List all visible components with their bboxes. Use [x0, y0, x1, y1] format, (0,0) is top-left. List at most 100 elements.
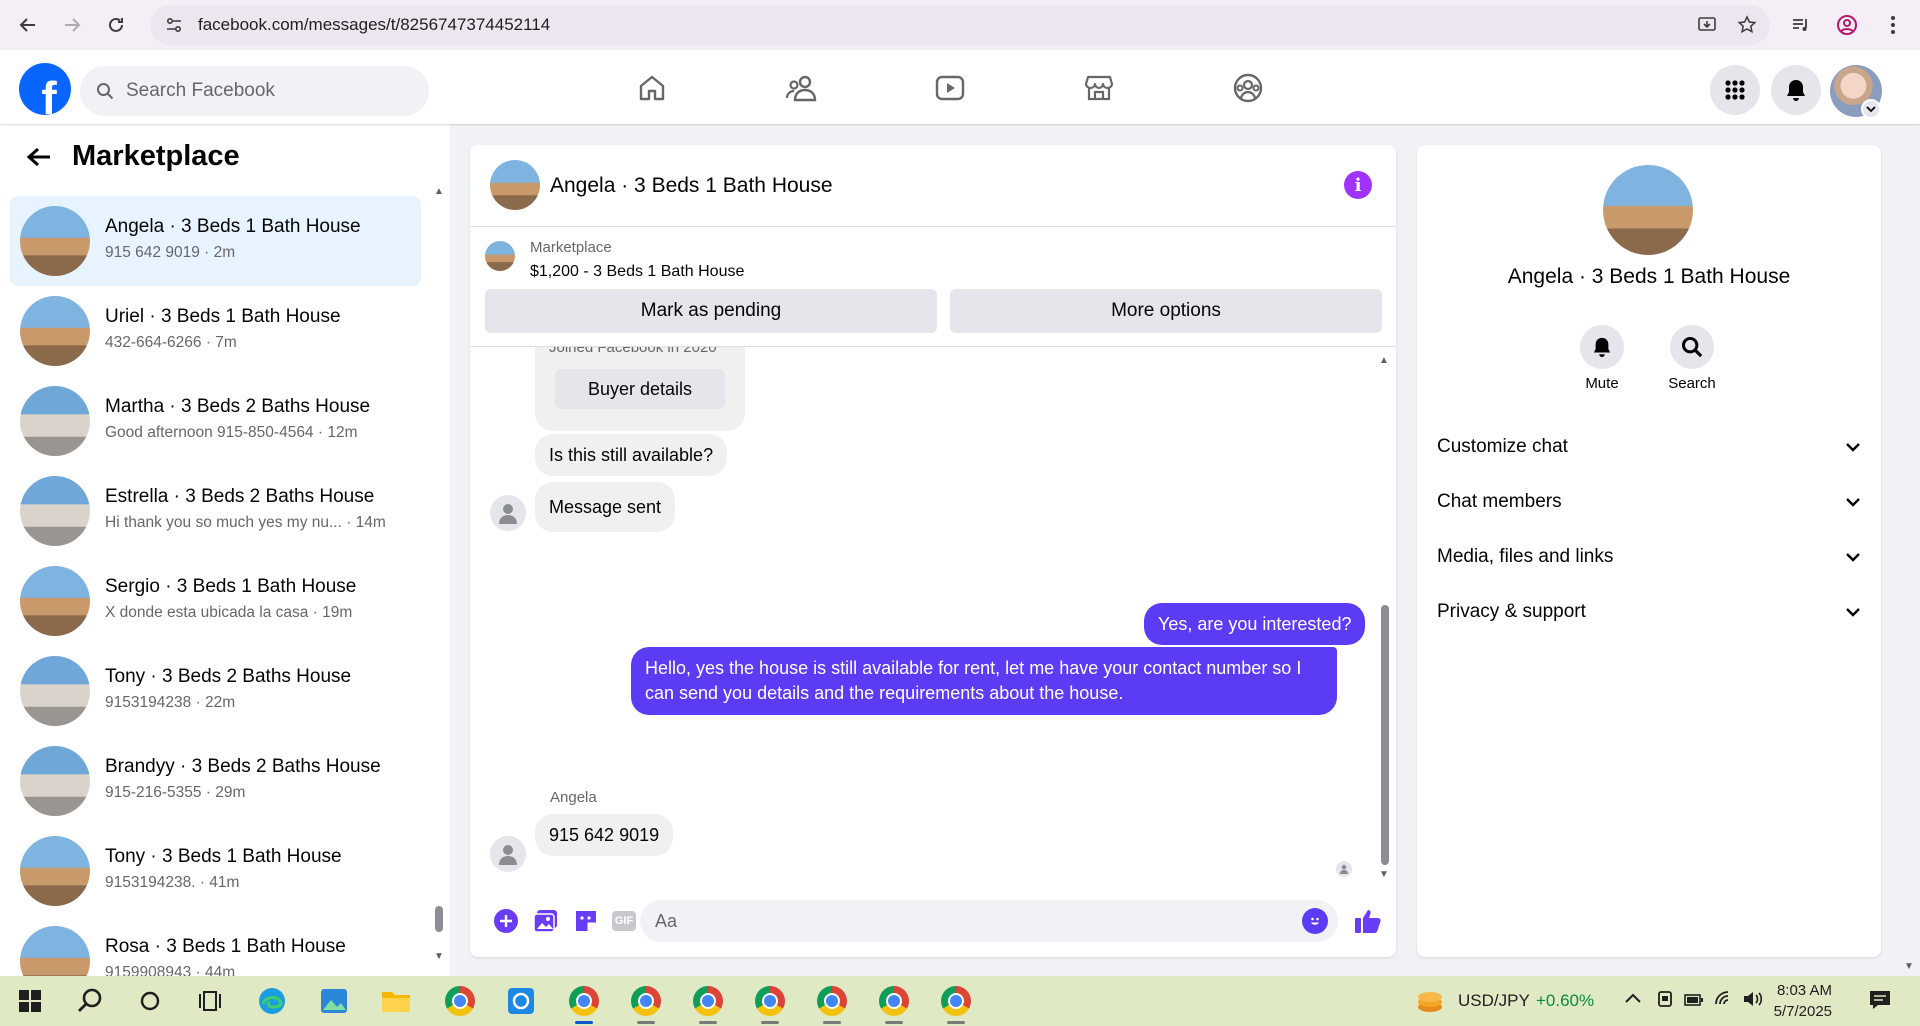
chrome-profile-icon[interactable]: [692, 985, 724, 1017]
task-view-icon[interactable]: [194, 985, 226, 1017]
chrome-profile-icon[interactable]: [816, 985, 848, 1017]
scroll-up-icon[interactable]: ▲: [434, 186, 444, 197]
windows-start-icon[interactable]: [14, 985, 46, 1017]
stock-widget-icon[interactable]: [1414, 985, 1446, 1017]
friends-icon[interactable]: [779, 66, 823, 110]
file-explorer-icon[interactable]: [380, 985, 412, 1017]
buyer-details-button[interactable]: Buyer details: [555, 369, 725, 409]
more-actions-plus-icon[interactable]: [492, 907, 520, 935]
conversation-item[interactable]: Uriel · 3 Beds 1 Bath House 432-664-6266…: [10, 286, 421, 376]
conversation-item[interactable]: Martha · 3 Beds 2 Baths House Good after…: [10, 376, 421, 466]
facebook-logo-icon[interactable]: f: [19, 63, 71, 115]
scroll-down-icon[interactable]: ▼: [1904, 961, 1914, 972]
conversation-info-icon[interactable]: i: [1344, 171, 1372, 199]
search-input[interactable]: [126, 80, 386, 102]
message-input[interactable]: [655, 910, 1255, 932]
site-settings-icon[interactable]: [162, 13, 186, 37]
thumbs-up-icon[interactable]: [1354, 907, 1382, 935]
battery-icon[interactable]: [1684, 993, 1704, 1007]
install-app-icon[interactable]: [1692, 11, 1722, 39]
listing-thumbnail[interactable]: [485, 241, 515, 271]
bookmark-star-icon[interactable]: [1732, 11, 1762, 39]
customize-chat-row[interactable]: Customize chat: [1437, 427, 1861, 467]
chrome-profile-icon[interactable]: [444, 985, 476, 1017]
bell-icon: [1580, 325, 1624, 369]
photos-app-icon[interactable]: [318, 985, 350, 1017]
chrome-profile-icon[interactable]: [754, 985, 786, 1017]
meet-now-icon[interactable]: [1656, 990, 1674, 1010]
home-icon[interactable]: [630, 66, 674, 110]
chat-scrollbar[interactable]: ▲ ▼: [1378, 355, 1392, 880]
conversation-item[interactable]: Estrella · 3 Beds 2 Baths House Hi thank…: [10, 466, 421, 556]
sidebar-scrollbar[interactable]: ▲ ▼: [432, 186, 446, 962]
address-bar[interactable]: facebook.com/messages/t/8256747374452114: [150, 5, 1770, 45]
forward-icon[interactable]: [52, 5, 92, 45]
watch-icon[interactable]: [928, 66, 972, 110]
scroll-down-icon[interactable]: ▼: [1379, 869, 1389, 880]
back-arrow-icon[interactable]: [26, 146, 52, 168]
media-control-icon[interactable]: [1778, 5, 1824, 45]
chevron-down-icon: [1845, 552, 1861, 562]
conversation-name: Angela · 3 Beds 1 Bath House: [105, 216, 361, 237]
facebook-search[interactable]: [80, 66, 429, 116]
listing-thumbnail: [20, 746, 90, 816]
edge-browser-icon[interactable]: [256, 985, 288, 1017]
wifi-icon[interactable]: [1714, 990, 1734, 1008]
search-conversation-button[interactable]: Search: [1652, 325, 1732, 392]
marketplace-icon[interactable]: [1077, 66, 1121, 110]
groups-icon[interactable]: [1226, 66, 1270, 110]
chevron-up-icon[interactable]: [1624, 992, 1642, 1004]
chrome-profile-icon[interactable]: [630, 985, 662, 1017]
scrollbar-thumb[interactable]: [1381, 605, 1389, 865]
conversation-preview: X donde esta ubicada la casa · 19m: [105, 604, 353, 621]
conversation-item[interactable]: Tony · 3 Beds 1 Bath House 9153194238. ·…: [10, 826, 421, 916]
account-chevron-down-icon[interactable]: [1861, 99, 1881, 119]
media-files-links-row[interactable]: Media, files and links: [1437, 537, 1861, 577]
back-icon[interactable]: [8, 5, 48, 45]
chrome-profile-icon[interactable]: [878, 985, 910, 1017]
conversation-item[interactable]: Angela · 3 Beds 1 Bath House 915 642 901…: [10, 196, 421, 286]
gif-icon[interactable]: GIF: [612, 911, 636, 931]
mark-as-pending-button[interactable]: Mark as pending: [485, 289, 937, 333]
running-app-indicator: [637, 1021, 655, 1024]
app-icon[interactable]: [505, 985, 537, 1017]
conversation-name: Brandyy · 3 Beds 2 Baths House: [105, 756, 381, 777]
privacy-support-row[interactable]: Privacy & support: [1437, 592, 1861, 632]
conversation-item[interactable]: Tony · 3 Beds 2 Baths House 9153194238 ·…: [10, 646, 421, 736]
section-label: Media, files and links: [1437, 546, 1614, 567]
profile-icon[interactable]: [1824, 5, 1870, 45]
chevron-down-icon: [1845, 442, 1861, 452]
chrome-profile-icon[interactable]: [940, 985, 972, 1017]
mute-button[interactable]: Mute: [1562, 325, 1642, 392]
sticker-icon[interactable]: [572, 907, 600, 935]
search-icon: [96, 82, 114, 100]
listing-thumbnail: [20, 476, 90, 546]
scrollbar-thumb[interactable]: [435, 906, 443, 932]
attach-photo-icon[interactable]: [532, 907, 560, 935]
reload-icon[interactable]: [96, 5, 136, 45]
taskbar-search-icon[interactable]: [74, 985, 106, 1017]
chat-members-row[interactable]: Chat members: [1437, 482, 1861, 522]
scroll-up-icon[interactable]: ▲: [1379, 355, 1389, 366]
page-scrollbar[interactable]: ▼: [1902, 124, 1918, 976]
notifications-bell-icon[interactable]: [1771, 65, 1821, 115]
scroll-down-icon[interactable]: ▼: [434, 951, 444, 962]
listing-title[interactable]: $1,200 - 3 Beds 1 Bath House: [530, 263, 744, 281]
conversation-item[interactable]: Brandyy · 3 Beds 2 Baths House 915-216-5…: [10, 736, 421, 826]
conversation-item[interactable]: Sergio · 3 Beds 1 Bath House X donde est…: [10, 556, 421, 646]
notification-center-icon[interactable]: [1868, 989, 1892, 1011]
stock-ticker[interactable]: USD/JPY: [1458, 991, 1530, 1011]
browser-menu-icon[interactable]: [1870, 5, 1916, 45]
chrome-profile-icon[interactable]: [568, 985, 600, 1017]
more-options-button[interactable]: More options: [950, 289, 1382, 333]
emoji-icon[interactable]: [1302, 908, 1328, 934]
conversation-preview: 9153194238 · 22m: [105, 694, 236, 711]
chat-title[interactable]: Angela · 3 Beds 1 Bath House: [550, 174, 833, 198]
system-clock[interactable]: 8:03 AM 5/7/2025: [1752, 980, 1832, 1022]
contact-avatar[interactable]: [1603, 165, 1693, 255]
stock-change[interactable]: +0.60%: [1536, 991, 1594, 1011]
menu-grid-icon[interactable]: [1710, 65, 1760, 115]
cortana-icon[interactable]: [134, 985, 166, 1017]
message-input-field[interactable]: [640, 900, 1338, 942]
chat-avatar[interactable]: [490, 160, 540, 210]
